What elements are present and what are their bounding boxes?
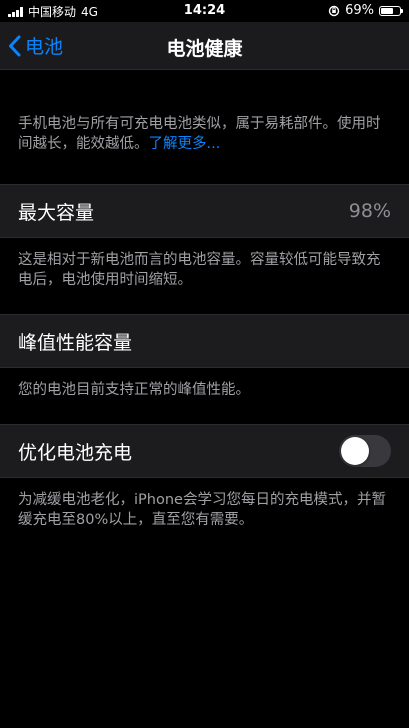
peak-performance-footer: 您的电池目前支持正常的峰值性能。	[18, 382, 250, 398]
intro-text: 手机电池与所有可充电电池类似，属于易耗部件。使用时间越长，能效越低。了解更多..…	[0, 70, 409, 184]
page-title: 电池健康	[166, 38, 243, 60]
peak-performance-row: 峰值性能容量	[0, 314, 409, 368]
toggle-knob	[341, 437, 369, 465]
peak-performance-label: 峰值性能容量	[18, 331, 133, 354]
navigation-bar: 电池 电池健康	[0, 22, 409, 70]
max-capacity-value: 98%	[348, 200, 391, 222]
battery-icon	[379, 5, 403, 16]
optimized-charging-row: 优化电池充电	[0, 424, 409, 478]
battery-percent: 69%	[345, 3, 374, 18]
learn-more-link[interactable]: 了解更多...	[149, 136, 221, 152]
max-capacity-footer: 这是相对于新电池而言的电池容量。容量较低可能导致充电后，电池使用时间缩短。	[18, 252, 381, 288]
status-right: 69%	[328, 3, 403, 18]
max-capacity-row: 最大容量 98%	[0, 184, 409, 238]
battery-level-fill	[381, 7, 393, 14]
optimized-charging-label: 优化电池充电	[18, 441, 133, 464]
optimized-charging-toggle[interactable]	[339, 435, 391, 467]
status-bar: 中国移动 4G 14:24 69%	[0, 0, 409, 22]
optimized-charging-footer: 为减缓电池老化，iPhone会学习您每日的充电模式，并暂缓充电至80%以上，直至…	[18, 492, 386, 528]
orientation-lock-icon	[328, 5, 340, 16]
content: 手机电池与所有可充电电池类似，属于易耗部件。使用时间越长，能效越低。了解更多..…	[0, 70, 409, 728]
max-capacity-label: 最大容量	[18, 201, 95, 224]
